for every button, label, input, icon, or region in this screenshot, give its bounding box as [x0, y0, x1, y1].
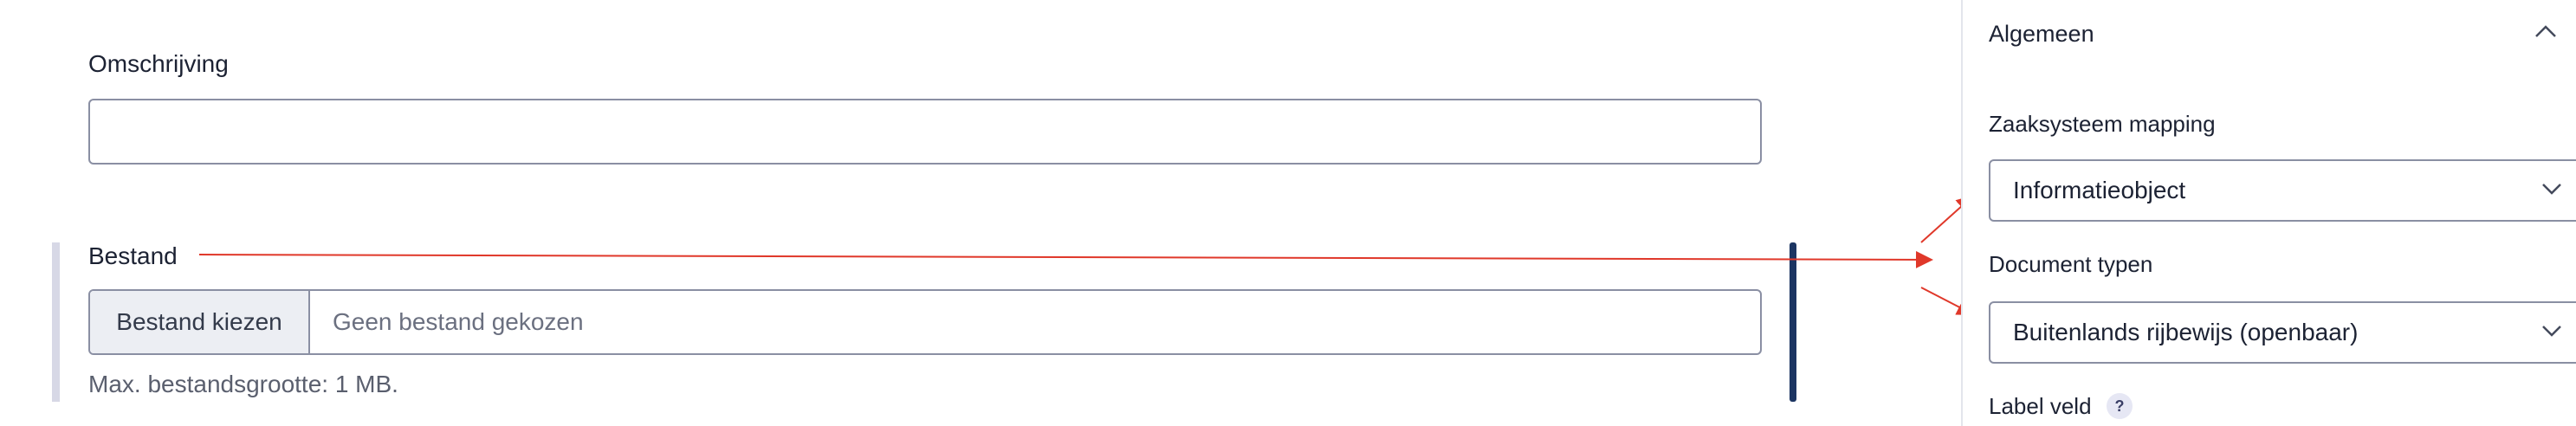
zaaksysteem-value: Informatieobject	[2013, 177, 2186, 203]
label-veld-label: Label veld	[1989, 393, 2092, 419]
chevron-down-icon	[2542, 326, 2561, 337]
document-typen-select[interactable]: Buitenlands rijbewijs (openbaar)	[1989, 301, 2576, 364]
chevron-up-icon[interactable]	[2534, 24, 2557, 38]
help-icon[interactable]: ?	[2107, 393, 2133, 419]
document-typen-value: Buitenlands rijbewijs (openbaar)	[2013, 319, 2359, 345]
arrow-bestand-to-document-typen	[198, 250, 1933, 268]
settings-panel: Algemeen Zaaksysteem mapping Informatieo…	[1961, 0, 2576, 426]
zaaksysteem-select[interactable]: Informatieobject	[1989, 159, 2576, 222]
chevron-down-icon	[2542, 184, 2561, 195]
panel-header-algemeen[interactable]: Algemeen	[1989, 21, 2094, 48]
zaaksysteem-label: Zaaksysteem mapping	[1989, 111, 2216, 137]
document-typen-label: Document typen	[1989, 251, 2153, 277]
